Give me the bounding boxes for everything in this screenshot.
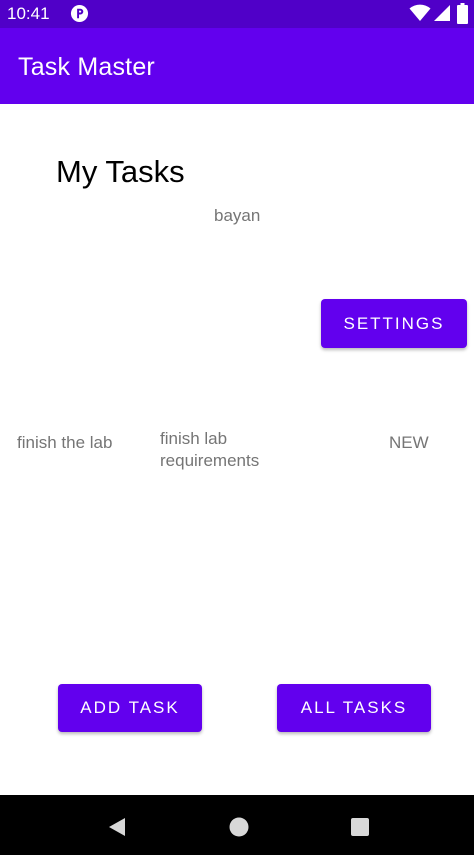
- add-task-button[interactable]: ADD TASK: [58, 684, 202, 732]
- cell-signal-icon: [434, 5, 450, 21]
- status-time: 10:41: [7, 4, 50, 23]
- username-label: bayan: [214, 206, 261, 225]
- battery-icon: [457, 3, 468, 24]
- task-item[interactable]: finish the lab: [17, 432, 112, 454]
- task-item[interactable]: NEW: [389, 432, 429, 454]
- settings-button[interactable]: SETTINGS: [321, 299, 467, 348]
- recents-icon[interactable]: [349, 816, 371, 838]
- app-bar: Task Master: [0, 28, 474, 104]
- status-bar: 10:41: [0, 0, 474, 28]
- app-title: Task Master: [18, 53, 155, 81]
- app-notification-icon: [70, 4, 89, 23]
- back-icon[interactable]: [106, 816, 128, 838]
- screen: 10:41 Task Master My Tasks bayan SETTING…: [0, 0, 474, 855]
- navigation-bar: [0, 795, 474, 855]
- wifi-icon: [409, 4, 431, 21]
- home-icon[interactable]: [228, 816, 250, 838]
- all-tasks-button[interactable]: ALL TASKS: [277, 684, 431, 732]
- page-title: My Tasks: [56, 154, 185, 189]
- task-item[interactable]: finish lab requirements: [160, 428, 290, 472]
